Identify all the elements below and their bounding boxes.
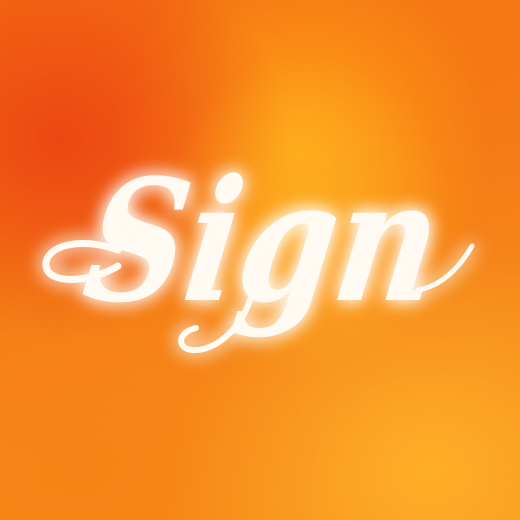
app-icon-background: Sign <box>0 0 520 520</box>
sign-wordmark-logo: Sign <box>42 142 475 354</box>
wordmark-group: Sign <box>42 142 475 354</box>
wordmark-text: Sign <box>74 142 452 340</box>
